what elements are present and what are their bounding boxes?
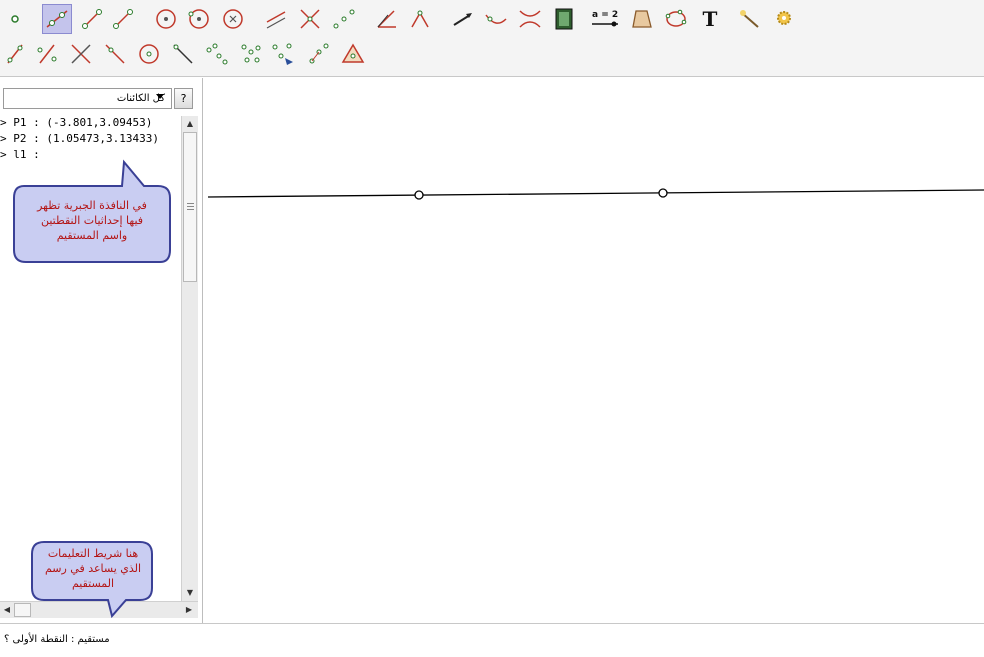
scroll-left-icon[interactable]: ◀ xyxy=(0,602,14,618)
angle-tool-icon[interactable] xyxy=(407,6,433,32)
animation-tool-icon[interactable] xyxy=(551,6,577,32)
status-callout-text: هنا شريط التعليمات الذي يساعد في رسم الم… xyxy=(34,546,152,591)
conic-tool-icon[interactable] xyxy=(663,6,689,32)
algebra-row-p2[interactable]: > P2 : (1.05473,3.13433) xyxy=(0,132,180,148)
line-intersect-tool-icon[interactable] xyxy=(68,41,94,67)
triangle-tool-icon[interactable] xyxy=(340,41,366,67)
circle-through-points-tool-icon[interactable] xyxy=(186,6,212,32)
locus-tool-icon[interactable] xyxy=(483,6,509,32)
midpoint-tool-icon[interactable] xyxy=(331,6,357,32)
algebra-callout-text: في النافذة الجبرية تظهر فيها إحداثيات ال… xyxy=(18,198,166,243)
text-tool-label: T xyxy=(702,7,718,31)
line-l1[interactable] xyxy=(207,189,984,198)
dilate-tool-icon[interactable] xyxy=(306,41,332,67)
status-callout-line-1: هنا شريط التعليمات xyxy=(47,547,139,560)
status-bar-text: مستقيم : النقطة الأولى ؟ xyxy=(4,634,110,645)
settings-tool-icon[interactable] xyxy=(771,5,797,31)
status-callout-line-2: الذي يساعد في رسم xyxy=(44,562,142,575)
algebra-callout-line-3: واسم المستقيم xyxy=(56,229,128,242)
intersect-tool-icon[interactable] xyxy=(297,6,323,32)
angle-bisector-tool-icon[interactable] xyxy=(373,6,399,32)
scroll-up-icon[interactable]: ▲ xyxy=(182,116,198,132)
point-p1[interactable] xyxy=(414,190,424,200)
perpendicular-line-tool-icon[interactable] xyxy=(2,41,28,67)
chevron-down-icon[interactable] xyxy=(156,94,164,99)
locus-points-tool-icon[interactable] xyxy=(270,41,296,67)
object-filter-dropdown[interactable]: كل الكائنات xyxy=(3,88,172,109)
vector-tool-icon[interactable] xyxy=(110,6,136,32)
reflect-tool-icon[interactable] xyxy=(517,6,543,32)
point-tool-icon[interactable] xyxy=(2,6,28,32)
slider-tool-icon[interactable]: a = 2 xyxy=(590,6,622,32)
tangent-tool-icon[interactable] xyxy=(102,41,128,67)
circle-center-point-tool-icon[interactable] xyxy=(153,6,179,32)
polar-line-tool-icon[interactable] xyxy=(170,41,196,67)
perpendicular-bisector-tool-icon[interactable] xyxy=(34,41,60,67)
algebra-callout-line-2: فيها إحداثيات النقطتين xyxy=(40,214,144,227)
graphics-canvas-svg[interactable] xyxy=(204,78,984,623)
status-bar: مستقيم : النقطة الأولى ؟ xyxy=(0,623,984,657)
point-p2[interactable] xyxy=(658,188,668,198)
line-through-two-points-tool-icon[interactable] xyxy=(42,4,72,34)
scrollbar-thumb[interactable] xyxy=(183,132,197,282)
polygon-tool-icon[interactable] xyxy=(629,6,655,32)
algebra-row-p1[interactable]: > P1 : (-3.801,3.09453) xyxy=(0,116,180,132)
circle-center-radius-tool-icon[interactable] xyxy=(220,6,246,32)
move-view-tool-icon[interactable] xyxy=(737,6,763,32)
algebra-vertical-scrollbar[interactable]: ▲ ▼ xyxy=(181,116,198,601)
compass-tool-icon[interactable] xyxy=(204,41,230,67)
status-callout-line-3: المستقيم xyxy=(71,577,115,590)
relation-tool-icon[interactable] xyxy=(238,41,264,67)
text-tool-icon[interactable]: T xyxy=(697,6,723,32)
segment-tool-icon[interactable] xyxy=(79,6,105,32)
scroll-right-icon[interactable]: ▶ xyxy=(182,602,196,618)
parallel-line-tool-icon[interactable] xyxy=(263,6,289,32)
algebra-callout-line-1: في النافذة الجبرية تظهر xyxy=(37,199,147,212)
help-button[interactable]: ? xyxy=(174,88,193,109)
algebra-object-list: > P1 : (-3.801,3.09453) > P2 : (1.05473,… xyxy=(0,116,180,164)
circle-tool-icon[interactable] xyxy=(136,41,162,67)
vector-from-point-tool-icon[interactable] xyxy=(450,6,476,32)
toolbar: a = 2 T xyxy=(0,0,984,77)
slider-tool-label: a = 2 xyxy=(592,10,618,20)
graphics-view[interactable] xyxy=(204,78,984,623)
scroll-down-icon[interactable]: ▼ xyxy=(182,585,198,601)
